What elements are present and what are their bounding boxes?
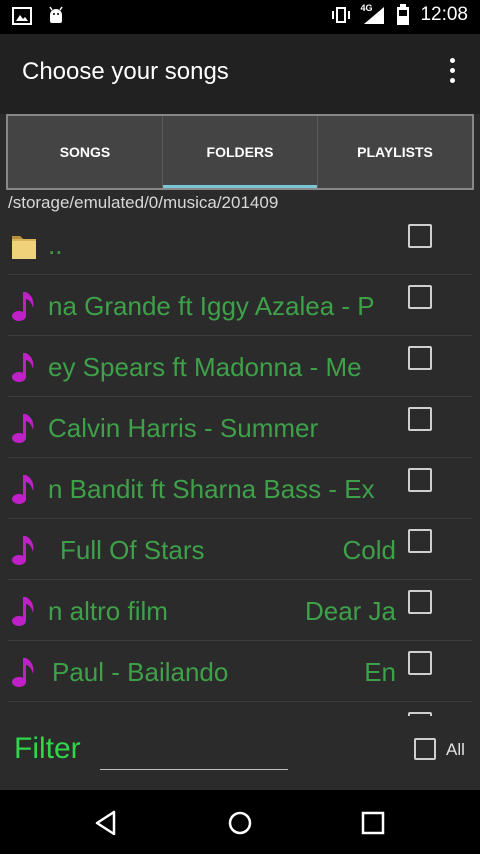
more-vert-icon[interactable] — [448, 58, 456, 88]
recents-icon[interactable] — [358, 808, 388, 838]
filter-input[interactable] — [100, 738, 288, 770]
tab-songs[interactable]: SONGS — [8, 116, 163, 188]
filter-bar: Filter All — [0, 716, 480, 790]
list-item-artist: Dear Ja — [304, 596, 396, 626]
row-checkbox[interactable] — [408, 468, 432, 492]
select-all-label: All — [446, 740, 465, 759]
filter-label: Filter — [14, 732, 81, 765]
image-icon — [12, 7, 32, 25]
row-checkbox[interactable] — [408, 590, 432, 614]
app-bar: Choose your songs — [0, 34, 480, 114]
list-item[interactable]: na Grande ft Iggy Azalea - P — [8, 275, 472, 336]
network-label: 4G — [360, 3, 373, 13]
tab-bar: SONGS FOLDERS PLAYLISTS — [6, 114, 474, 190]
folder-icon — [12, 236, 36, 259]
list-item[interactable]: n Bandit ft Sharna Bass - Ex — [8, 458, 472, 519]
page-title: Choose your songs — [22, 58, 229, 85]
row-checkbox[interactable] — [408, 407, 432, 431]
battery-icon — [397, 4, 410, 25]
vibrate-icon — [332, 7, 351, 23]
list-item-title: Calvin Harris - Summer — [48, 413, 319, 443]
list-item[interactable] — [8, 702, 472, 716]
music-note-icon — [12, 658, 34, 687]
music-note-icon — [12, 292, 34, 321]
list-item-title: .. — [48, 230, 63, 260]
status-time: 12:08 — [420, 4, 468, 25]
music-note-icon — [12, 414, 34, 443]
tab-playlists[interactable]: PLAYLISTS — [318, 116, 472, 188]
list-item-title: n altro film — [48, 596, 168, 626]
music-note-icon — [12, 536, 34, 565]
list-item-artist: Cold — [342, 535, 396, 565]
list-item[interactable]: .. — [8, 214, 472, 275]
home-icon[interactable] — [225, 808, 255, 838]
select-all-checkbox[interactable] — [414, 738, 436, 760]
list-item[interactable]: Full Of Stars Cold — [8, 519, 472, 580]
status-bar: 4G 12:08 — [0, 0, 480, 34]
list-item-title: n Bandit ft Sharna Bass - Ex — [48, 474, 375, 504]
list-item-artist: En — [364, 657, 396, 687]
row-checkbox[interactable] — [408, 529, 432, 553]
list-item[interactable]: Calvin Harris - Summer — [8, 397, 472, 458]
music-note-icon — [12, 475, 34, 504]
list-item-title: ey Spears ft Madonna - Me — [48, 352, 362, 382]
list-item-title: Full Of Stars — [60, 535, 205, 565]
list-item[interactable]: Paul - Bailando En — [8, 641, 472, 702]
list-item-title: Paul - Bailando — [52, 657, 229, 687]
navigation-bar — [0, 790, 480, 854]
back-icon[interactable] — [92, 808, 122, 838]
row-checkbox[interactable] — [408, 224, 432, 248]
list-item-title: na Grande ft Iggy Azalea - P — [48, 291, 375, 321]
music-note-icon — [12, 353, 34, 382]
row-checkbox[interactable] — [408, 346, 432, 370]
list-item[interactable]: ey Spears ft Madonna - Me — [8, 336, 472, 397]
file-list: .. na Grande ft Iggy Azalea - P ey Spear… — [8, 214, 472, 716]
android-debug-icon — [49, 6, 63, 23]
current-path: /storage/emulated/0/musica/201409 — [8, 193, 279, 212]
list-item[interactable]: n altro film Dear Ja — [8, 580, 472, 641]
row-checkbox[interactable] — [408, 285, 432, 309]
row-checkbox[interactable] — [408, 651, 432, 675]
music-note-icon — [12, 597, 34, 626]
tab-folders[interactable]: FOLDERS — [163, 116, 318, 188]
